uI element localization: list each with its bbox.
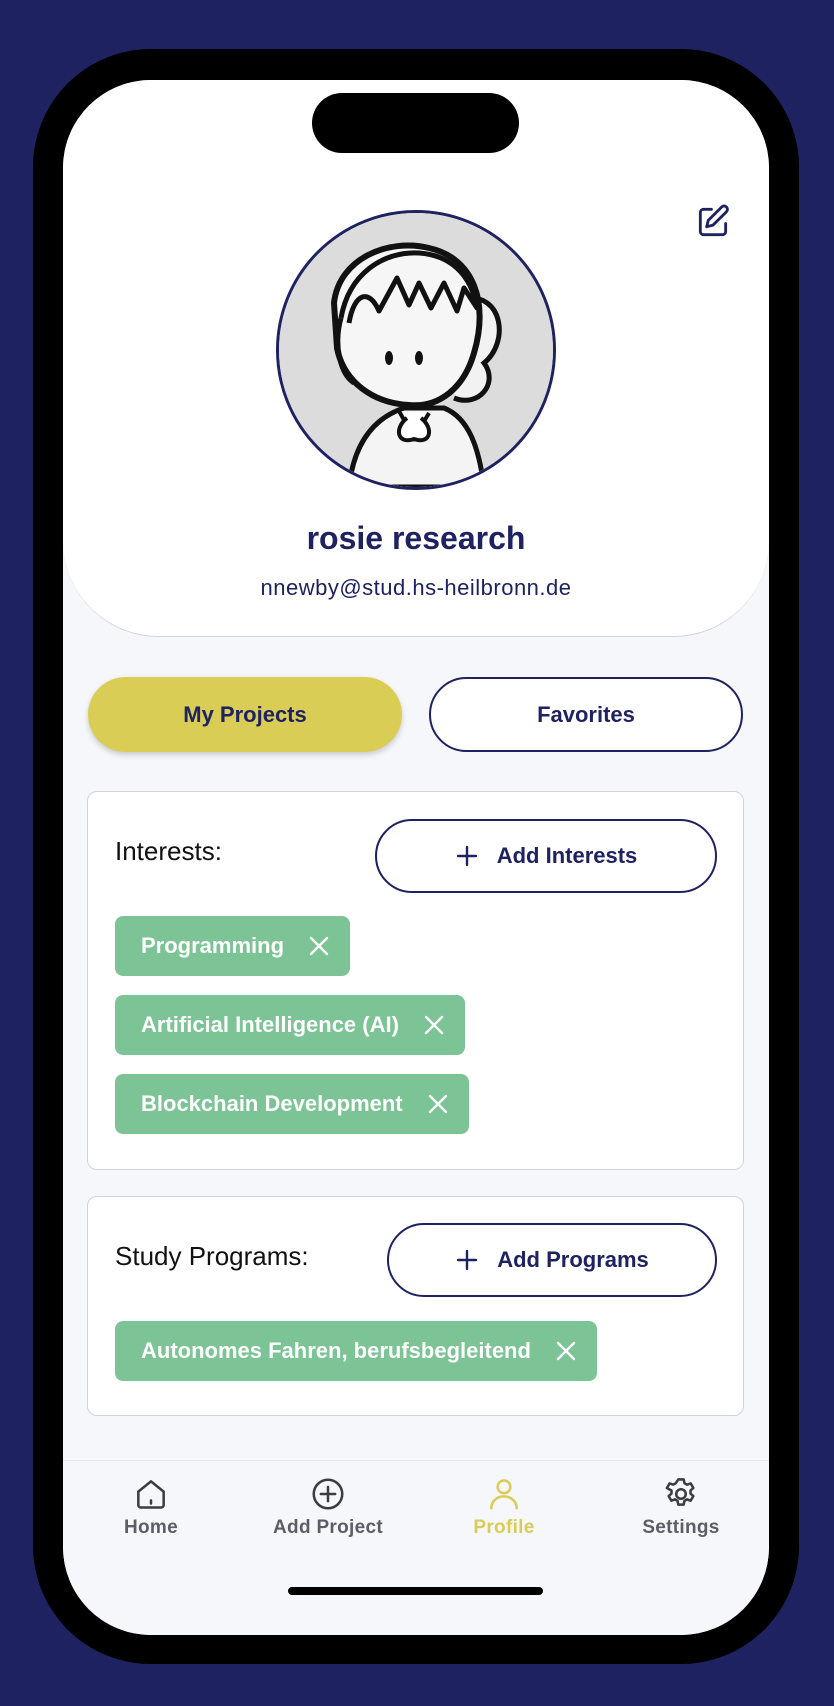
interest-chip: Programming [115, 916, 351, 976]
remove-chip-button[interactable] [423, 1014, 445, 1036]
close-icon [556, 1341, 576, 1361]
interest-chip: Artificial Intelligence (AI) [115, 995, 465, 1055]
study-programs-title: Study Programs: [115, 1241, 309, 1271]
add-programs-button[interactable]: Add Programs [387, 1223, 717, 1297]
add-programs-label: Add Programs [497, 1247, 649, 1272]
interests-card: Interests: Add Interests Programming Art… [87, 791, 744, 1170]
add-interests-label: Add Interests [496, 843, 638, 868]
program-chip: Autonomes Fahren, berufsbegleitend [115, 1321, 597, 1381]
plus-circle-icon [312, 1478, 344, 1510]
chip-label: Programming [141, 933, 285, 958]
tab-add-project[interactable]: Add Project [248, 1475, 408, 1539]
home-icon [137, 1480, 165, 1509]
remove-chip-button[interactable] [555, 1340, 577, 1362]
study-programs-card: Study Programs: Add Programs Autonomes F… [87, 1196, 744, 1416]
remove-chip-button[interactable] [308, 935, 330, 957]
profile-header: rosie research nnewby@stud.hs-heilbronn.… [63, 80, 769, 637]
close-icon [424, 1015, 444, 1035]
chip-label: Artificial Intelligence (AI) [141, 1012, 399, 1037]
profile-email: nnewby@stud.hs-heilbronn.de [260, 575, 572, 600]
tab-profile[interactable]: Profile [424, 1475, 584, 1539]
plus-icon [456, 845, 477, 867]
person-icon [490, 1479, 518, 1510]
close-icon [309, 936, 329, 956]
plus-icon [457, 1249, 478, 1271]
favorites-button[interactable]: Favorites [429, 677, 743, 752]
tab-profile-label: Profile [473, 1517, 535, 1538]
tab-add-project-label: Add Project [273, 1517, 383, 1538]
app-screen: rosie research nnewby@stud.hs-heilbronn.… [63, 80, 769, 1635]
edit-icon [698, 204, 729, 237]
remove-chip-button[interactable] [427, 1093, 449, 1115]
gear-icon [665, 1478, 695, 1506]
tab-home[interactable]: Home [71, 1475, 231, 1539]
tab-settings[interactable]: Settings [601, 1475, 761, 1539]
chip-label: Blockchain Development [141, 1091, 403, 1116]
close-icon [428, 1094, 447, 1114]
tab-home-label: Home [124, 1517, 178, 1538]
tab-settings-label: Settings [642, 1517, 720, 1538]
avatar [276, 210, 556, 490]
interests-title: Interests: [115, 836, 222, 866]
bottom-tab-bar: Home Add Project Profile Settings [63, 1460, 769, 1635]
avatar-illustration [279, 213, 553, 487]
edit-profile-button[interactable] [693, 202, 733, 242]
my-projects-button[interactable]: My Projects [88, 677, 402, 752]
chip-label: Autonomes Fahren, berufsbegleitend [141, 1338, 531, 1363]
add-interests-button[interactable]: Add Interests [375, 819, 717, 893]
home-indicator [288, 1587, 543, 1595]
dynamic-island [312, 93, 519, 153]
interest-chip: Blockchain Development [115, 1074, 469, 1134]
profile-name: rosie research [306, 520, 526, 556]
